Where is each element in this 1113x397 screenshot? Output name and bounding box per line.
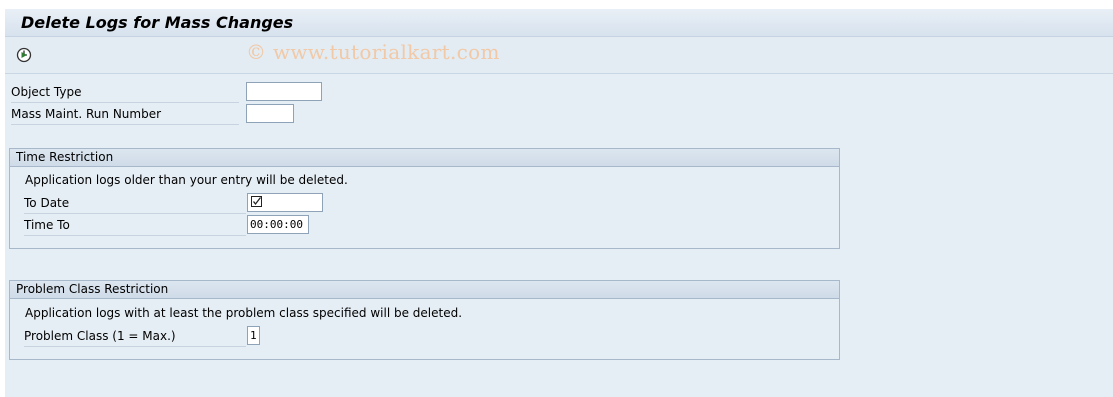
problem-class-input[interactable]: 1 — [247, 326, 260, 345]
object-type-label: Object Type — [11, 83, 239, 103]
run-number-label: Mass Maint. Run Number — [11, 105, 239, 125]
run-number-input[interactable] — [246, 104, 294, 123]
time-restriction-group: Time Restriction Application logs older … — [9, 148, 840, 249]
object-type-row: Object Type — [11, 82, 331, 103]
time-to-label: Time To — [24, 216, 246, 236]
to-date-row: To Date — [24, 193, 334, 214]
problem-class-restriction-note: Application logs with at least the probl… — [25, 306, 463, 320]
time-restriction-note: Application logs older than your entry w… — [25, 173, 348, 187]
to-date-input[interactable] — [247, 193, 323, 212]
page-title: Delete Logs for Mass Changes — [21, 13, 294, 32]
watermark-text: © www.tutorialkart.com — [246, 40, 500, 64]
problem-class-restriction-title: Problem Class Restriction — [10, 281, 839, 299]
to-date-label: To Date — [24, 194, 246, 214]
time-restriction-title: Time Restriction — [10, 149, 839, 167]
title-bar: Delete Logs for Mass Changes — [5, 9, 1113, 37]
time-to-input[interactable]: 00:00:00 — [247, 215, 309, 234]
problem-class-restriction-group: Problem Class Restriction Application lo… — [9, 280, 840, 360]
object-type-input[interactable] — [246, 82, 322, 101]
screen-frame: Delete Logs for Mass Changes © www.tutor… — [5, 9, 1113, 397]
execute-icon[interactable] — [15, 46, 33, 64]
problem-class-label: Problem Class (1 = Max.) — [24, 327, 246, 347]
time-to-row: Time To 00:00:00 — [24, 215, 334, 236]
checkbox-icon — [251, 196, 262, 207]
application-toolbar: © www.tutorialkart.com — [5, 37, 1113, 74]
problem-class-row: Problem Class (1 = Max.) 1 — [24, 326, 334, 347]
run-number-row: Mass Maint. Run Number — [11, 104, 331, 125]
